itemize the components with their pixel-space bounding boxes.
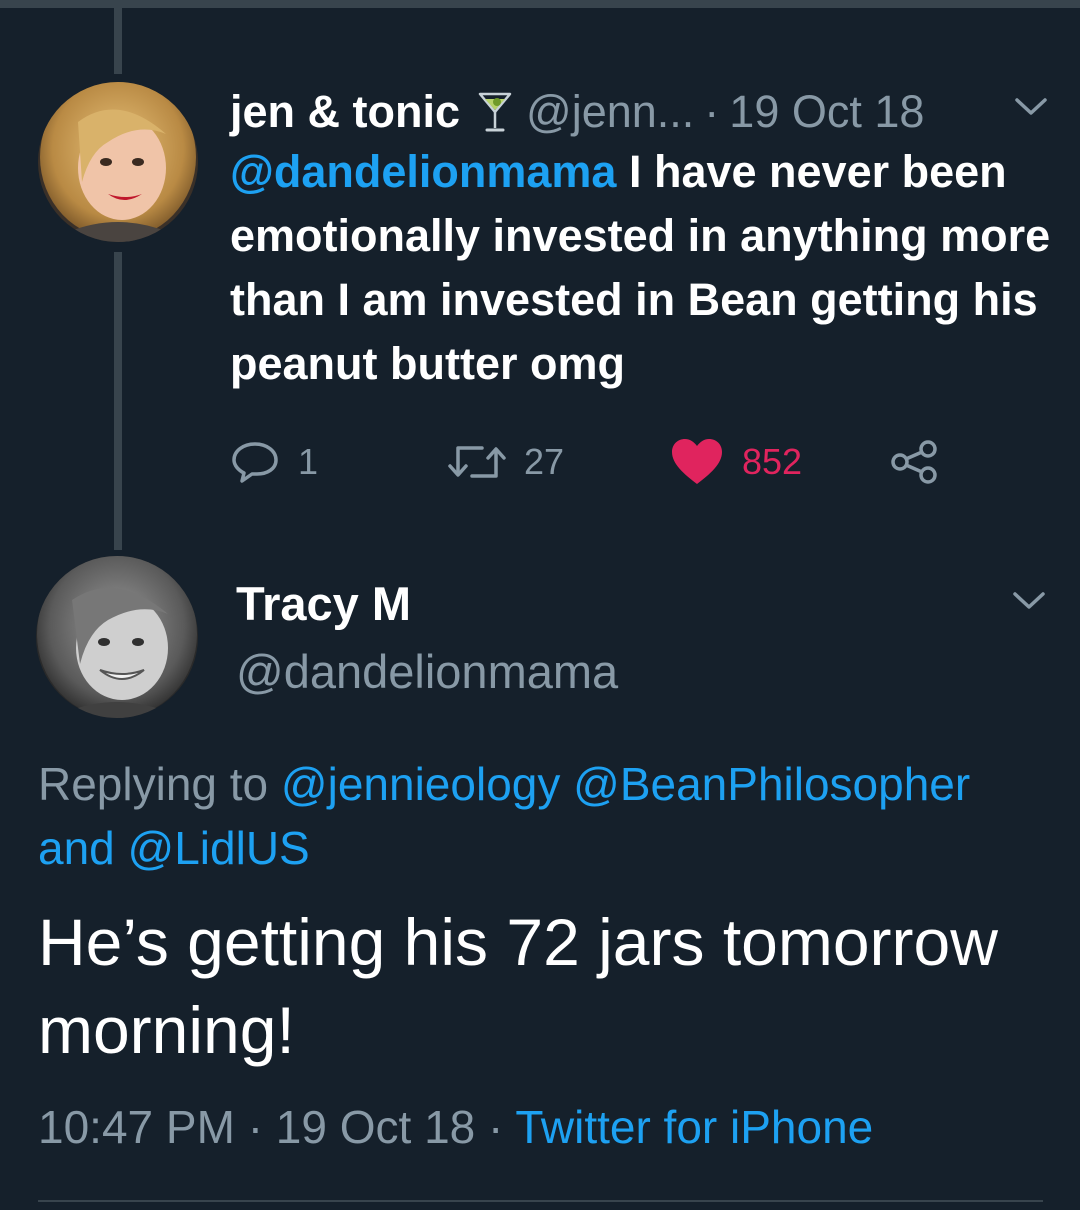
author-display-name[interactable]: Tracy M	[236, 576, 411, 631]
bottom-divider	[38, 1200, 1043, 1202]
meta-separator: ·	[247, 1101, 264, 1153]
like-button[interactable]: 852	[670, 432, 802, 492]
tweet-metadata: 10:47 PM · 19 Oct 18 · Twitter for iPhon…	[38, 1100, 1058, 1154]
main-tweet-text: He’s getting his 72 jars tomorrow mornin…	[38, 905, 998, 1067]
parent-handle[interactable]: @jenn...	[526, 86, 694, 138]
header-separator: ·	[704, 86, 720, 137]
author-handle[interactable]: @dandelionmama	[236, 644, 618, 699]
author-avatar[interactable]	[36, 556, 198, 718]
parent-tweet-text: @dandelionmama I have never been emotion…	[230, 140, 1060, 396]
retweet-count: 27	[524, 441, 565, 482]
replying-prefix: Replying to	[38, 758, 269, 810]
parent-chevron-down-icon[interactable]	[1014, 96, 1048, 123]
reply-button[interactable]: 1	[230, 432, 318, 492]
cocktail-glass-icon	[478, 90, 512, 134]
thread-connector-line	[114, 252, 122, 550]
tweet-detail-view: jen & tonic @jenn... · 19 Oct 18 @dandel…	[0, 0, 1080, 1210]
share-button[interactable]	[890, 432, 958, 492]
share-icon	[891, 440, 937, 484]
author-chevron-down-icon[interactable]	[1012, 590, 1046, 617]
tweet-time[interactable]: 10:47 PM	[38, 1101, 235, 1153]
tweet-source-link[interactable]: Twitter for iPhone	[515, 1101, 873, 1153]
retweet-icon	[448, 446, 506, 478]
tweet-date[interactable]: 19 Oct 18	[276, 1101, 475, 1153]
thread-connector-line	[114, 8, 122, 74]
meta-separator: ·	[488, 1101, 504, 1153]
replying-mention-lidlus[interactable]: @LidlUS	[128, 822, 310, 874]
heart-icon	[672, 439, 722, 484]
parent-tweet-header: jen & tonic @jenn... · 19 Oct 18	[230, 82, 1050, 142]
retweet-button[interactable]: 27	[448, 432, 564, 492]
parent-text-mention[interactable]: @dandelionmama	[230, 146, 616, 197]
parent-display-name[interactable]: jen & tonic	[230, 86, 460, 138]
parent-tweet-actions: 1 27 852	[230, 432, 1050, 492]
reply-icon	[232, 442, 278, 483]
parent-date[interactable]: 19 Oct 18	[729, 86, 924, 138]
replying-to-line: Replying to @jennieology @BeanPhilosophe…	[38, 752, 1048, 880]
replying-mention-jennieology[interactable]: @jennieology	[281, 758, 560, 810]
like-count: 852	[742, 441, 803, 482]
reply-count: 1	[298, 441, 319, 482]
replying-and[interactable]: and	[38, 822, 115, 874]
replying-mention-beanphilosopher[interactable]: @BeanPhilosopher	[573, 758, 970, 810]
parent-avatar[interactable]	[38, 82, 198, 242]
top-divider	[0, 0, 1080, 8]
